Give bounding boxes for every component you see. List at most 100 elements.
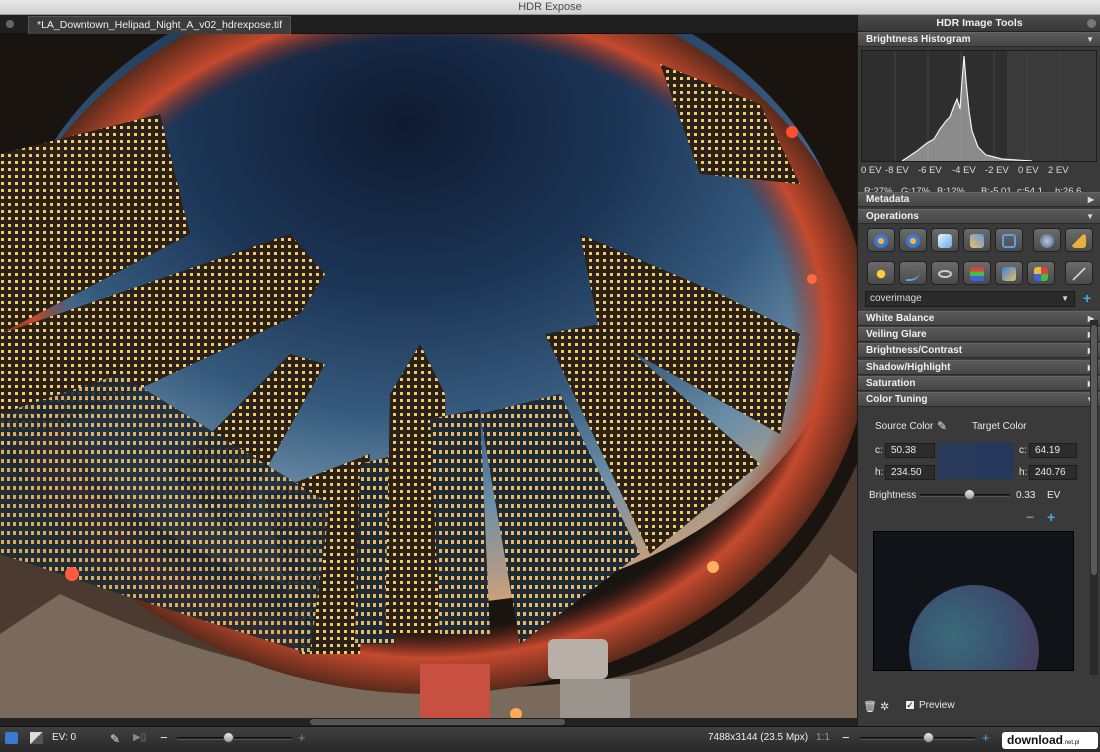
target-color-swatch xyxy=(976,443,1013,479)
palette-glyph xyxy=(1034,267,1048,281)
trash-icon[interactable]: 🗑 xyxy=(863,700,877,713)
rotate-cw-icon[interactable] xyxy=(899,228,927,252)
color-wheel-preview[interactable] xyxy=(873,531,1074,671)
remove-adjustment-button[interactable]: − xyxy=(1026,509,1034,525)
lens-glyph xyxy=(1040,234,1054,248)
color-tuning-label: Color Tuning xyxy=(866,394,928,405)
document-tabbar: *LA_Downtown_Helipad_Night_A_v02_hdrexpo… xyxy=(0,15,857,34)
gear-icon[interactable]: ✲ xyxy=(880,700,889,713)
zoom-out-button[interactable]: − xyxy=(842,730,850,745)
ev-slider-track[interactable] xyxy=(177,737,292,740)
exposure-toggle-icon[interactable] xyxy=(30,732,43,744)
color-circle xyxy=(909,585,1039,670)
palette-icon[interactable] xyxy=(1027,261,1055,285)
brightness-contrast-label: Brightness/Contrast xyxy=(866,345,963,356)
preview-checkbox[interactable]: ✓ xyxy=(905,700,915,710)
rotate-ccw-icon[interactable] xyxy=(867,228,895,252)
glasses-icon[interactable] xyxy=(931,261,959,285)
axis-label: 2 EV xyxy=(1048,165,1069,176)
target-h-label: h: xyxy=(1019,467,1028,478)
magic-wand-icon[interactable] xyxy=(1065,261,1093,285)
curve-glyph xyxy=(906,267,920,281)
source-color-swatch xyxy=(938,443,976,479)
exposure-icon[interactable] xyxy=(867,261,895,285)
brush-glyph xyxy=(1072,234,1086,248)
saturation-label: Saturation xyxy=(866,378,916,389)
collapse-arrow-icon: ▼ xyxy=(1086,212,1094,221)
brightness-label: Brightness xyxy=(869,490,917,501)
axis-label: -6 EV xyxy=(918,165,942,176)
saturation-section-header[interactable]: Saturation ▶ xyxy=(858,376,1100,391)
source-c-field[interactable]: 50.38 xyxy=(885,443,935,458)
preset-select[interactable]: coverimage ▼ xyxy=(865,291,1075,307)
eyedropper-icon[interactable]: ✎ xyxy=(937,419,947,433)
document-tab[interactable]: *LA_Downtown_Helipad_Night_A_v02_hdrexpo… xyxy=(28,16,292,34)
watermark-logo: download.net.pl xyxy=(1002,732,1098,749)
rotate-ccw-glyph xyxy=(874,234,888,248)
ev-decrease-button[interactable]: − xyxy=(160,730,168,745)
axis-label: 0 EV xyxy=(861,165,882,176)
watermark-suffix: .net.pl xyxy=(1063,740,1080,746)
veiling-glare-label: Veiling Glare xyxy=(866,329,927,340)
brightness-slider-knob[interactable] xyxy=(963,489,975,500)
glasses-glyph xyxy=(938,270,952,278)
veiling-glare-section-header[interactable]: Veiling Glare ▶ xyxy=(858,327,1100,342)
target-h-field[interactable]: 240.76 xyxy=(1029,465,1077,480)
panel-close-icon[interactable] xyxy=(1087,19,1096,28)
eyedropper-icon[interactable]: ✎ xyxy=(110,732,120,746)
brightness-contrast-section-header[interactable]: Brightness/Contrast ▶ xyxy=(858,343,1100,358)
histogram-section-header[interactable]: Brightness Histogram ▼ xyxy=(858,32,1100,47)
lens-icon[interactable] xyxy=(1033,228,1061,252)
crop-glyph xyxy=(970,234,984,248)
preset-value: coverimage xyxy=(870,293,922,304)
operations-section-header[interactable]: Operations ▼ xyxy=(858,209,1100,224)
canvas-horizontal-scrollbar[interactable] xyxy=(0,718,857,726)
white-balance-label: White Balance xyxy=(866,313,935,324)
ev-slider-knob[interactable] xyxy=(222,732,234,743)
zoom-in-button[interactable]: + xyxy=(982,730,990,745)
scrollbar-thumb[interactable] xyxy=(310,719,565,725)
brightness-unit: EV xyxy=(1047,490,1061,501)
brush-icon[interactable] xyxy=(1065,228,1093,252)
axis-label: 0 EV xyxy=(1018,165,1039,176)
levels-icon[interactable] xyxy=(963,261,991,285)
brightness-histogram xyxy=(861,50,1097,162)
crop-icon[interactable] xyxy=(963,228,991,252)
flip-icon[interactable] xyxy=(931,228,959,252)
watermark-text: download xyxy=(1007,733,1063,747)
hdr-photo xyxy=(0,34,857,718)
play-icon[interactable]: ▶▯ xyxy=(133,732,146,743)
monitor-icon[interactable] xyxy=(995,261,1023,285)
scrollbar-thumb[interactable] xyxy=(1091,325,1097,575)
shadow-highlight-section-header[interactable]: Shadow/Highlight ▶ xyxy=(858,360,1100,375)
metadata-section-header[interactable]: Metadata ▶ xyxy=(858,192,1100,207)
target-c-field[interactable]: 64.19 xyxy=(1029,443,1077,458)
preview-label: Preview xyxy=(919,700,955,711)
levels-glyph xyxy=(970,267,984,281)
panel-vertical-scrollbar[interactable] xyxy=(1090,320,1098,675)
target-color-label: Target Color xyxy=(972,421,1027,432)
resize-icon[interactable] xyxy=(995,228,1023,252)
axis-label: -8 EV xyxy=(885,165,909,176)
source-h-label: h: xyxy=(875,467,884,478)
source-h-field[interactable]: 234.50 xyxy=(885,465,935,480)
add-adjustment-button[interactable]: + xyxy=(1047,509,1055,525)
axis-label: -4 EV xyxy=(952,165,976,176)
rotate-cw-glyph xyxy=(906,234,920,248)
white-balance-section-header[interactable]: White Balance ▶ xyxy=(858,311,1100,326)
zoom-slider-knob[interactable] xyxy=(923,732,934,743)
ev-increase-button[interactable]: + xyxy=(298,730,306,745)
monitor-icon[interactable] xyxy=(5,732,18,744)
operations-label: Operations xyxy=(866,211,919,222)
exposure-glyph xyxy=(874,267,888,281)
add-preset-button[interactable]: + xyxy=(1083,290,1091,306)
close-tab-icon[interactable] xyxy=(6,20,14,28)
zoom-readout: 1:1 xyxy=(816,732,830,743)
hdr-tools-panel: HDR Image Tools Brightness Histogram ▼ 0… xyxy=(857,15,1100,726)
zoom-slider-track[interactable] xyxy=(860,737,975,740)
color-tuning-section-header[interactable]: Color Tuning ▼ xyxy=(858,392,1100,407)
curve-icon[interactable] xyxy=(899,261,927,285)
image-canvas[interactable] xyxy=(0,34,857,718)
panel-footer: 🗑 ✲ ✓ Preview xyxy=(858,695,1100,717)
window-titlebar: HDR Expose xyxy=(0,0,1100,15)
